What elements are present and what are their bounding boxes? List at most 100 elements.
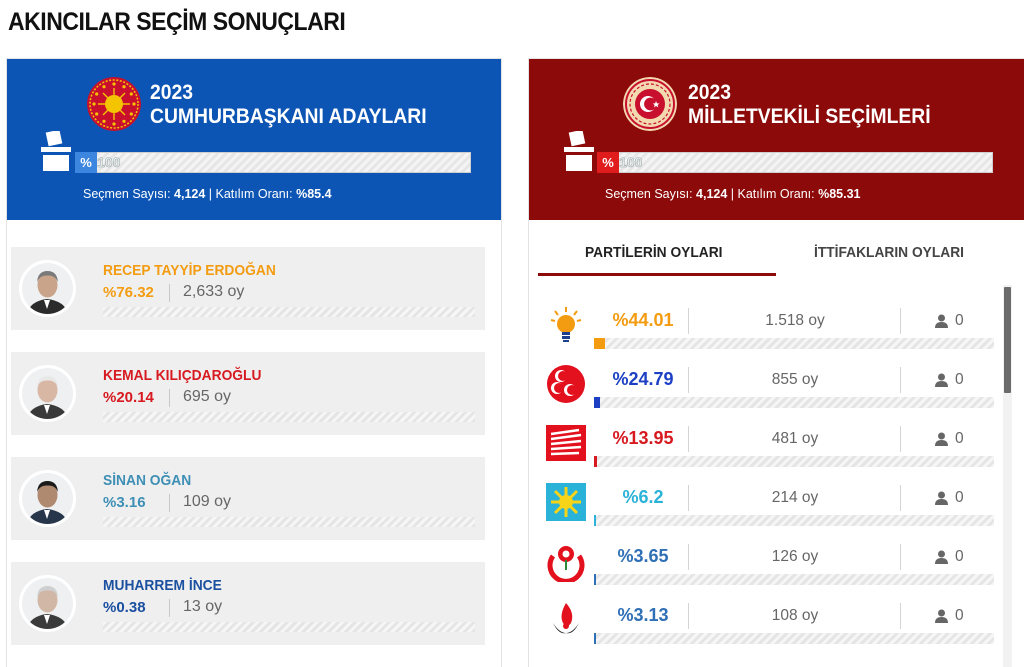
divider [900,544,901,570]
divider [169,389,170,407]
candidate-photo [19,260,76,317]
divider [688,485,689,511]
candidate-votes: 109 oy [183,493,232,510]
party-seat-count: 0 [955,607,964,624]
parliament-year: 2023 [688,81,731,104]
parliament-title: MİLLETVEKİLİ SEÇİMLERİ [688,105,931,128]
progress-percent-tag: % [597,152,619,173]
parliament-seal-icon [623,77,677,131]
turnout-label: | Katılım Oranı: [205,187,297,201]
divider [688,367,689,393]
party-votes: 481 oy [771,430,819,447]
person-icon [935,491,948,505]
party-share-fill [594,633,596,644]
party-votes: 214 oy [771,489,819,506]
divider [900,308,901,334]
divider [900,603,901,629]
party-votes: 1.518 oy [765,312,825,329]
tab-alliance-votes[interactable]: İTTİFAKLARIN OYLARI [814,245,964,261]
candidate-share-bar [103,307,475,317]
candidate-card: KEMAL KILIÇDAROĞLU %20.14 695 oy [11,352,485,435]
candidate-votes: 2,633 oy [183,283,245,300]
party-percentage: %24.79 [612,369,674,389]
progress-value: 100 [97,154,121,171]
party-row: %24.79 855 oy 0 [540,363,996,413]
candidate-percentage: %76.32 [103,284,154,301]
voters-value: 4,124 [696,187,728,201]
parliament-title-block: 2023 MİLLETVEKİLİ SEÇİMLERİ [688,81,931,129]
presidential-header: 2023 CUMHURBAŞKANI ADAYLARI % 100 Seçmen… [7,59,501,220]
turnout-label: | Katılım Oranı: [727,187,819,201]
presidential-year: 2023 [150,81,193,104]
tab-party-votes[interactable]: PARTİLERİN OYLARI [585,245,722,261]
party-votes: 126 oy [771,548,819,565]
party-percentage: %13.95 [612,428,674,448]
ak-party-bulb-icon [545,304,587,346]
party-seat-count: 0 [955,430,964,447]
party-seats: 0 [935,548,964,566]
ballot-box-icon [564,131,594,171]
candidate-card: RECEP TAYYİP ERDOĞAN %76.32 2,633 oy [11,247,485,330]
turnout-value: %85.4 [296,187,332,201]
iyi-party-sun-icon [545,481,587,523]
candidate-share-bar [103,622,475,632]
progress-value: 100 [619,154,643,171]
party-percentage: %3.13 [617,605,669,625]
candidate-share-bar [103,412,475,422]
chp-six-arrows-icon [545,422,587,464]
page-title: AKINCILAR SEÇİM SONUÇLARI [8,8,346,36]
party-row: %3.65 126 oy 0 [540,540,996,590]
divider [900,485,901,511]
party-seat-count: 0 [955,312,964,329]
party-share-fill [594,574,596,585]
candidate-percentage: %20.14 [103,389,154,406]
candidate-photo [19,470,76,527]
party-share-fill [594,515,596,526]
divider [688,426,689,452]
party-votes: 855 oy [771,371,819,388]
party-share-bar [594,456,994,467]
party-share-bar [594,338,994,349]
parliament-stats: Seçmen Sayısı: 4,124 | Katılım Oranı: %8… [605,187,860,201]
candidate-percentage: %3.16 [103,494,146,511]
party-share-fill [594,397,600,408]
person-icon [935,373,948,387]
candidate-photo [19,365,76,422]
divider [900,426,901,452]
party-seats: 0 [935,489,964,507]
candidate-name: SİNAN OĞAN [103,472,192,489]
presidential-title: CUMHURBAŞKANI ADAYLARI [150,105,427,128]
party-list-scrollbar-thumb[interactable] [1004,287,1011,393]
presidential-progress-bar: % 100 [75,152,471,173]
party-seats: 0 [935,607,964,625]
candidate-photo [19,575,76,632]
candidate-name: RECEP TAYYİP ERDOĞAN [103,262,276,279]
voters-label: Seçmen Sayısı: [83,187,175,201]
candidate-name: MUHARREM İNCE [103,577,222,594]
presidential-seal-icon [87,77,141,131]
progress-percent-tag: % [75,152,97,173]
divider [169,599,170,617]
ballot-box-icon [41,131,71,171]
party-share-bar [594,397,994,408]
divider [900,367,901,393]
party-seats: 0 [935,371,964,389]
candidate-percentage: %0.38 [103,599,146,616]
presidential-title-block: 2023 CUMHURBAŞKANI ADAYLARI [150,81,427,129]
candidate-votes: 13 oy [183,598,223,615]
party-share-fill [594,338,605,349]
candidate-card: MUHARREM İNCE %0.38 13 oy [11,562,485,645]
candidate-votes: 695 oy [183,388,232,405]
person-icon [935,432,948,446]
divider [688,603,689,629]
party-row: %6.2 214 oy 0 [540,481,996,531]
active-tab-indicator [538,273,776,276]
divider [688,308,689,334]
party-seat-count: 0 [955,371,964,388]
person-icon [935,314,948,328]
person-icon [935,609,948,623]
voters-label: Seçmen Sayısı: [605,187,697,201]
divider [688,544,689,570]
divider [169,494,170,512]
party-share-bar [594,633,994,644]
